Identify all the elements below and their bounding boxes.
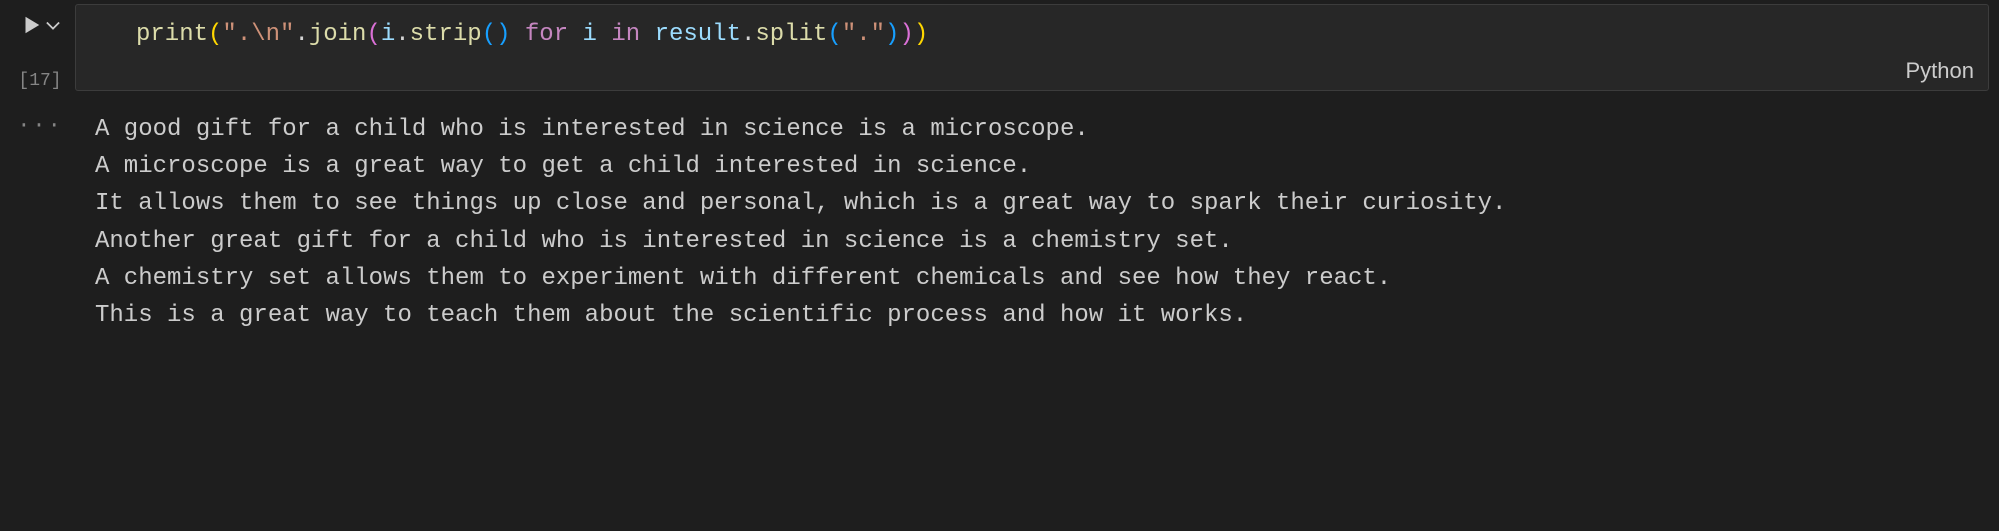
code-token: strip: [410, 21, 482, 48]
code-cell: [17] print(".\n".join(i.strip() for i in…: [5, 4, 1999, 91]
code-token: [597, 21, 611, 48]
code-token: ): [885, 21, 899, 48]
cell-gutter: [17]: [5, 4, 75, 91]
run-cell-icon[interactable]: [20, 14, 42, 43]
code-token: for: [525, 21, 568, 48]
code-token: print: [136, 21, 208, 48]
output-text: A good gift for a child who is intereste…: [75, 107, 1999, 354]
language-label[interactable]: Python: [1906, 58, 1975, 84]
code-token: result: [655, 21, 741, 48]
code-token: [511, 21, 525, 48]
code-token: in: [611, 21, 640, 48]
code-token: .: [395, 21, 409, 48]
code-token: .: [294, 21, 308, 48]
code-token: [640, 21, 654, 48]
notebook-view: [17] print(".\n".join(i.strip() for i in…: [0, 0, 1999, 354]
code-token: (: [482, 21, 496, 48]
code-token: (: [366, 21, 380, 48]
code-token: ): [899, 21, 913, 48]
code-token: .: [741, 21, 755, 48]
output-collapse-icon[interactable]: ···: [5, 107, 75, 354]
execution-count: [17]: [18, 71, 61, 91]
code-token: ".\n": [222, 21, 294, 48]
code-token: (: [208, 21, 222, 48]
code-token: ".": [842, 21, 885, 48]
code-line[interactable]: print(".\n".join(i.strip() for i in resu…: [136, 19, 1968, 50]
output-cell: ··· A good gift for a child who is inter…: [5, 107, 1999, 354]
code-token: ): [914, 21, 928, 48]
code-token: [568, 21, 582, 48]
code-token: i: [583, 21, 597, 48]
code-token: i: [381, 21, 395, 48]
code-editor[interactable]: print(".\n".join(i.strip() for i in resu…: [75, 4, 1989, 91]
chevron-down-icon[interactable]: [46, 17, 60, 40]
code-token: ): [496, 21, 510, 48]
code-token: (: [827, 21, 841, 48]
code-token: split: [755, 21, 827, 48]
code-token: join: [309, 21, 367, 48]
